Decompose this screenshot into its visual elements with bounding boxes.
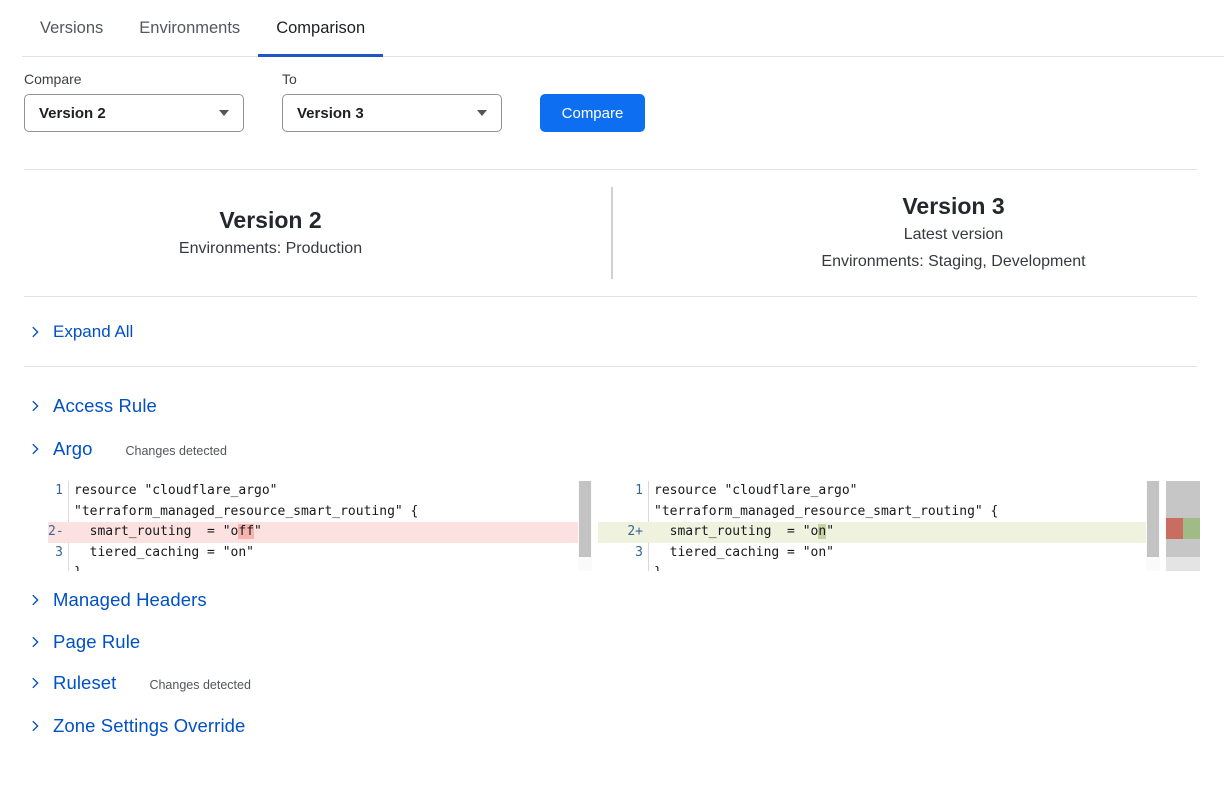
section-argo[interactable]: Argo Changes detected: [28, 434, 1224, 464]
minimap-added-marker: [1183, 518, 1200, 539]
scrollbar-thumb[interactable]: [1147, 481, 1159, 557]
diff-line: 1 resource "cloudflare_argo": [48, 481, 592, 502]
section-label: Zone Settings Override: [53, 715, 245, 737]
line-number: 1: [48, 481, 68, 502]
line-number: 2+: [598, 522, 648, 543]
section-label: Page Rule: [53, 631, 140, 653]
diff-line: }: [598, 563, 1160, 571]
compare-from-select[interactable]: Version 2: [24, 94, 244, 132]
right-version-header: Version 3 Latest version Environments: S…: [613, 191, 1224, 275]
chevron-right-icon: [28, 442, 42, 456]
diff-line: 3 tiered_caching = "on": [48, 543, 592, 564]
compare-to-value: Version 3: [297, 105, 364, 122]
diff-line: }: [48, 563, 592, 571]
diff-left-panel: 1 resource "cloudflare_argo" "terraform_…: [48, 481, 592, 571]
minimap-removed-marker: [1166, 518, 1183, 539]
chevron-right-icon: [28, 399, 42, 413]
diff-line: "terraform_managed_resource_smart_routin…: [598, 502, 1160, 523]
line-number: [598, 563, 648, 571]
line-number: [598, 502, 648, 523]
right-version-latest-label: Latest version: [683, 221, 1224, 248]
diff-right-panel: 1 resource "cloudflare_argo" "terraform_…: [598, 481, 1160, 571]
compare-button[interactable]: Compare: [540, 94, 645, 132]
compare-from-label: Compare: [24, 71, 244, 87]
diff-right-code: 1 resource "cloudflare_argo" "terraform_…: [598, 481, 1160, 571]
compare-to-label: To: [282, 71, 502, 87]
changes-detected-badge: Changes detected: [149, 675, 250, 692]
chevron-right-icon: [28, 593, 42, 607]
diff-line: 3 tiered_caching = "on": [598, 543, 1160, 564]
compare-from-value: Version 2: [39, 105, 106, 122]
section-label: Ruleset: [53, 672, 116, 694]
changes-detected-badge: Changes detected: [125, 441, 226, 458]
left-version-environments: Environments: Production: [0, 235, 541, 262]
version-headers: Version 2 Environments: Production Versi…: [0, 170, 1224, 296]
tab-comparison[interactable]: Comparison: [258, 0, 383, 56]
section-label: Managed Headers: [53, 589, 207, 611]
expand-all-label: Expand All: [53, 322, 133, 342]
expand-all-button[interactable]: Expand All: [28, 314, 1224, 350]
section-zone-settings-override[interactable]: Zone Settings Override: [28, 711, 1224, 741]
chevron-down-icon: [219, 110, 229, 116]
line-number: 3: [598, 543, 648, 564]
section-access-rule[interactable]: Access Rule: [28, 391, 1224, 421]
line-number: [48, 502, 68, 523]
left-version-title: Version 2: [0, 205, 541, 235]
chevron-right-icon: [28, 635, 42, 649]
divider: [24, 296, 1197, 297]
line-number: 3: [48, 543, 68, 564]
section-ruleset[interactable]: Ruleset Changes detected: [28, 668, 1224, 698]
diff-right-scrollbar[interactable]: [1146, 481, 1160, 571]
section-managed-headers[interactable]: Managed Headers: [28, 585, 1224, 615]
right-version-title: Version 3: [683, 191, 1224, 221]
right-version-environments: Environments: Staging, Development: [683, 248, 1224, 275]
compare-form: Compare Version 2 To Version 3 Compare: [24, 71, 1224, 132]
tab-environments[interactable]: Environments: [121, 0, 258, 56]
section-label: Argo: [53, 438, 92, 460]
diff-line-added: 2+ smart_routing = "on": [598, 522, 1160, 543]
line-number: 1: [598, 481, 648, 502]
tab-versions[interactable]: Versions: [22, 0, 121, 56]
section-label: Access Rule: [53, 395, 157, 417]
tab-bar: Versions Environments Comparison: [22, 0, 1224, 57]
section-page-rule[interactable]: Page Rule: [28, 627, 1224, 657]
left-version-header: Version 2 Environments: Production: [0, 205, 611, 262]
divider: [24, 366, 1197, 367]
line-number: 2-: [48, 522, 68, 543]
diff-minimap[interactable]: [1166, 481, 1200, 571]
diff-line: 1 resource "cloudflare_argo": [598, 481, 1160, 502]
argo-diff: 1 resource "cloudflare_argo" "terraform_…: [48, 481, 1224, 571]
chevron-right-icon: [28, 719, 42, 733]
diff-line-removed: 2- smart_routing = "off": [48, 522, 592, 543]
diff-left-code: 1 resource "cloudflare_argo" "terraform_…: [48, 481, 592, 571]
diff-line: "terraform_managed_resource_smart_routin…: [48, 502, 592, 523]
compare-to-select[interactable]: Version 3: [282, 94, 502, 132]
comparison-page: Versions Environments Comparison Compare…: [0, 0, 1224, 788]
chevron-right-icon: [28, 325, 42, 339]
scrollbar-thumb[interactable]: [579, 481, 591, 557]
line-number: [48, 563, 68, 571]
chevron-right-icon: [28, 676, 42, 690]
minimap-track: [1166, 557, 1200, 571]
chevron-down-icon: [477, 110, 487, 116]
diff-left-scrollbar[interactable]: [578, 481, 592, 571]
